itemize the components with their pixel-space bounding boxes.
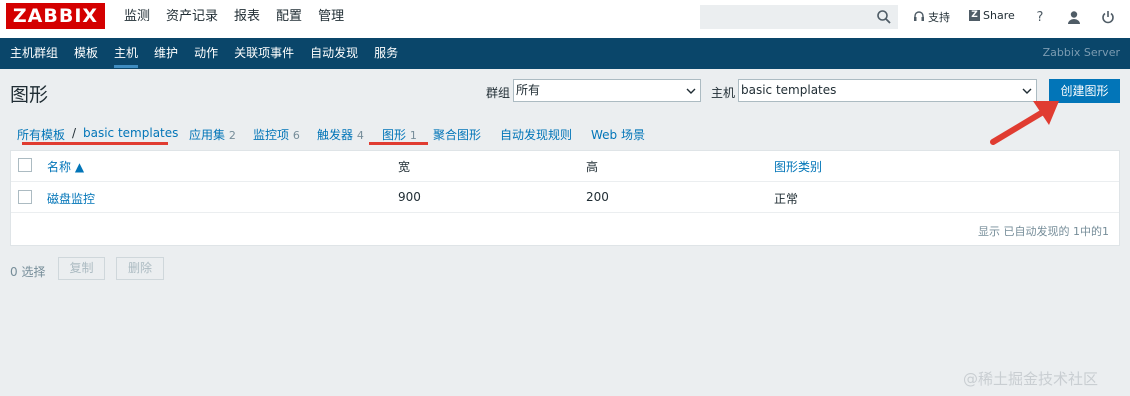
top-bar: ZABBIX 监测 资产记录 报表 配置 管理 支持 Z Share ? (0, 0, 1130, 38)
sub-menu-discovery[interactable]: 自动发现 (302, 38, 366, 69)
share-label: Share (983, 9, 1015, 22)
table-row: 磁盘监控 900 200 正常 (11, 182, 1119, 213)
breadcrumb-all-templates[interactable]: 所有模板 (17, 126, 65, 143)
tab-graphs[interactable]: 图形 1 (382, 126, 417, 143)
sub-menu-actions[interactable]: 动作 (186, 38, 226, 69)
support-label: 支持 (928, 11, 950, 24)
graph-type: 正常 (774, 192, 799, 206)
group-filter-label: 群组 (486, 86, 511, 100)
share-icon: Z (969, 10, 980, 21)
headset-icon (914, 11, 924, 21)
group-select-value: 所有 (516, 83, 541, 97)
delete-button[interactable]: 删除 (116, 257, 164, 280)
top-menu-administration[interactable]: 管理 (310, 0, 352, 38)
selected-count: 0 选择 (10, 265, 46, 279)
column-header-graph-type[interactable]: 图形类别 (774, 158, 822, 175)
chevron-down-icon (686, 88, 696, 94)
breadcrumb-template[interactable]: basic templates (83, 126, 178, 140)
top-menu-reports[interactable]: 报表 (226, 0, 268, 38)
tab-items[interactable]: 监控项 6 (253, 126, 300, 143)
tab-screens[interactable]: 聚合图形 (433, 126, 481, 143)
help-icon[interactable]: ? (1031, 8, 1049, 26)
tab-applications-count: 2 (228, 129, 236, 142)
sub-menu-host-groups[interactable]: 主机群组 (2, 38, 66, 69)
copy-button[interactable]: 复制 (58, 257, 105, 280)
sub-menu-services[interactable]: 服务 (366, 38, 406, 69)
host-select-value: basic templates (741, 83, 837, 97)
select-all-checkbox[interactable] (18, 158, 32, 172)
tab-triggers-count: 4 (356, 129, 364, 142)
table-paging-info: 显示 已自动发现的 1中的1 (978, 225, 1109, 238)
sub-menu-templates[interactable]: 模板 (66, 38, 106, 69)
table-header-row: 名称 ▲ 宽 高 图形类别 (11, 151, 1119, 182)
top-menu-configuration[interactable]: 配置 (268, 0, 310, 38)
tab-graphs-count: 1 (409, 129, 417, 142)
sub-menu-maintenance[interactable]: 维护 (146, 38, 186, 69)
group-select[interactable]: 所有 (513, 79, 701, 102)
sub-menu: 主机群组 模板 主机 维护 动作 关联项事件 自动发现 服务 (2, 38, 406, 69)
share-link[interactable]: Z Share (969, 9, 1015, 22)
sub-menu-event-correlation[interactable]: 关联项事件 (226, 38, 302, 69)
top-menu-inventory[interactable]: 资产记录 (158, 0, 226, 38)
tab-triggers[interactable]: 触发器 4 (317, 126, 364, 143)
sub-menu-hosts[interactable]: 主机 (106, 38, 146, 69)
column-header-width: 宽 (398, 160, 411, 174)
annotation-underline (369, 142, 428, 145)
column-header-name[interactable]: 名称 ▲ (47, 158, 84, 175)
power-icon[interactable] (1099, 8, 1117, 26)
support-link[interactable]: 支持 (913, 9, 950, 25)
graphs-table: 名称 ▲ 宽 高 图形类别 磁盘监控 900 200 正常 显示 已自动发现的 … (10, 150, 1120, 246)
tab-triggers-label: 触发器 (317, 128, 354, 142)
tab-items-label: 监控项 (253, 128, 290, 142)
watermark: @稀土掘金技术社区 (963, 370, 1099, 388)
sub-menu-bar: 主机群组 模板 主机 维护 动作 关联项事件 自动发现 服务 Zabbix Se… (0, 38, 1130, 69)
search-input[interactable] (700, 5, 898, 29)
tab-items-count: 6 (292, 129, 300, 142)
annotation-underline (22, 142, 168, 145)
row-checkbox[interactable] (18, 190, 32, 204)
tab-web-scenarios[interactable]: Web 场景 (591, 126, 645, 143)
tab-discovery-rules[interactable]: 自动发现规则 (500, 126, 572, 143)
tab-applications[interactable]: 应用集 2 (189, 126, 236, 143)
graph-height: 200 (586, 190, 609, 204)
server-name: Zabbix Server (1042, 46, 1120, 59)
top-menu-monitoring[interactable]: 监测 (116, 0, 158, 38)
graph-name-link[interactable]: 磁盘监控 (47, 190, 95, 207)
column-header-height: 高 (586, 160, 599, 174)
breadcrumb-separator: / (72, 126, 77, 140)
tab-graphs-label: 图形 (382, 128, 407, 142)
user-icon[interactable] (1065, 8, 1083, 26)
tab-applications-label: 应用集 (189, 128, 226, 142)
host-filter-label: 主机 (711, 86, 736, 100)
page-title: 图形 (10, 84, 49, 106)
top-menu: 监测 资产记录 报表 配置 管理 (116, 0, 352, 38)
zabbix-logo[interactable]: ZABBIX (6, 3, 105, 29)
graph-width: 900 (398, 190, 421, 204)
annotation-arrow-icon (990, 101, 1059, 145)
search-icon[interactable] (876, 9, 892, 25)
